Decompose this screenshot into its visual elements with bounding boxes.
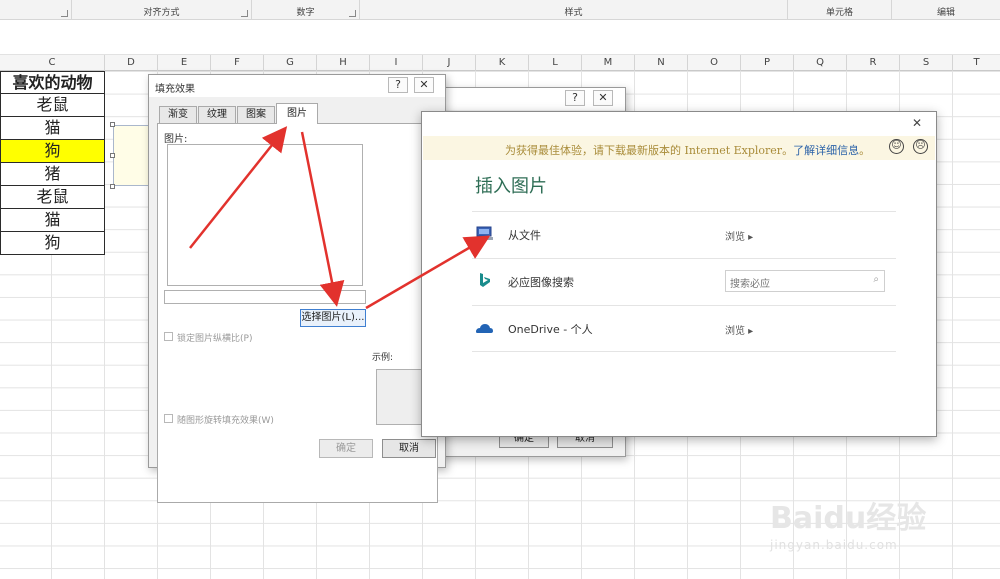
column-header-n[interactable]: N <box>635 55 688 71</box>
table-cell[interactable]: 猫 <box>0 209 105 232</box>
from-file-row[interactable]: 从文件 浏览 ▸ <box>472 211 896 258</box>
column-header-h[interactable]: H <box>317 55 370 71</box>
table-cell[interactable]: 老鼠 <box>0 94 105 117</box>
search-placeholder: 搜索必应 <box>730 279 770 290</box>
search-icon[interactable]: ⌕ <box>873 274 879 285</box>
tab-pattern[interactable]: 图案 <box>237 106 275 123</box>
cancel-button[interactable]: 取消 <box>382 439 436 458</box>
browse-link[interactable]: 浏览 ▸ <box>725 228 753 243</box>
ribbon-group-number: 数字 <box>252 0 360 20</box>
tab-texture[interactable]: 纹理 <box>198 106 236 123</box>
select-picture-button[interactable]: 选择图片(L)... <box>300 309 366 327</box>
lock-ratio-checkbox[interactable] <box>164 332 173 341</box>
column-header-d[interactable]: D <box>105 55 158 71</box>
column-headers: C D E F G H I J K L M N O P Q R S T <box>0 55 1000 71</box>
browse-link[interactable]: 浏览 ▸ <box>725 322 753 337</box>
ie-notice-text: 为获得最佳体验，请下载最新版本的 Internet Explorer。了解详细信… <box>505 142 870 158</box>
insert-picture-title: 插入图片 <box>475 176 547 197</box>
column-header-s[interactable]: S <box>900 55 953 71</box>
resize-handle[interactable] <box>110 184 115 189</box>
ribbon-group-font <box>0 0 72 20</box>
close-button[interactable]: ✕ <box>912 116 922 130</box>
resize-handle[interactable] <box>110 153 115 158</box>
lock-ratio-label: 锁定图片纵横比(P) <box>177 334 253 344</box>
bing-icon <box>480 273 490 287</box>
onedrive-label: OneDrive - 个人 <box>508 323 593 336</box>
table-cell[interactable]: 猪 <box>0 163 105 186</box>
ribbon-group-cells: 单元格 <box>788 0 892 20</box>
column-header-l[interactable]: L <box>529 55 582 71</box>
smile-icon[interactable]: ☺ <box>889 139 904 154</box>
ie-message: 为获得最佳体验，请下载最新版本的 Internet Explorer。 <box>505 144 794 157</box>
column-header-g[interactable]: G <box>264 55 317 71</box>
ribbon-group-label: 对齐方式 <box>143 8 180 18</box>
tab-picture[interactable]: 图片 <box>276 103 318 124</box>
title-bar: ? ✕ <box>441 88 625 110</box>
formula-area <box>0 21 1000 55</box>
column-header-r[interactable]: R <box>847 55 900 71</box>
bing-search-input[interactable]: 搜索必应 ⌕ <box>725 270 885 292</box>
picture-path-field <box>164 290 366 304</box>
column-header-t[interactable]: T <box>953 55 1000 71</box>
help-button[interactable]: ? <box>388 77 408 93</box>
column-header-i[interactable]: I <box>370 55 423 71</box>
column-header-m[interactable]: M <box>582 55 635 71</box>
selected-shape[interactable] <box>113 125 153 186</box>
resize-handle[interactable] <box>110 122 115 127</box>
ribbon-group-alignment: 对齐方式 <box>72 0 252 20</box>
bing-search-row: 必应图像搜索 搜索必应 ⌕ <box>472 258 896 305</box>
table-cell[interactable]: 老鼠 <box>0 186 105 209</box>
column-header-j[interactable]: J <box>423 55 476 71</box>
picture-label: 图片: <box>164 134 188 145</box>
ribbon-group-editing: 编辑 <box>892 0 1000 20</box>
computer-icon <box>475 226 493 240</box>
baidu-watermark-logo: Baidu经验 <box>770 501 927 536</box>
ribbon-group-label: 编辑 <box>936 8 955 18</box>
sample-label: 示例: <box>372 353 394 363</box>
from-file-label: 从文件 <box>508 229 541 242</box>
launcher-icon[interactable] <box>241 10 248 17</box>
ie-dot: 。 <box>859 144 871 157</box>
column-header-q[interactable]: Q <box>794 55 847 71</box>
close-button[interactable]: ✕ <box>593 90 613 106</box>
launcher-icon[interactable] <box>61 10 68 17</box>
onedrive-row[interactable]: OneDrive - 个人 浏览 ▸ <box>472 305 896 352</box>
bing-search-label: 必应图像搜索 <box>508 276 574 289</box>
ribbon-group-label: 样式 <box>564 8 583 18</box>
insert-picture-window: ✕ 为获得最佳体验，请下载最新版本的 Internet Explorer。了解详… <box>421 111 937 437</box>
column-header-k[interactable]: K <box>476 55 529 71</box>
table-header-cell[interactable]: 喜欢的动物 <box>0 71 105 94</box>
baidu-watermark-url: jingyan.baidu.com <box>770 538 898 552</box>
table-cell-highlighted[interactable]: 狗 <box>0 140 105 163</box>
dialog-title: 填充效果 <box>155 84 195 95</box>
column-header-o[interactable]: O <box>688 55 741 71</box>
picture-preview <box>167 144 363 286</box>
learn-more-link[interactable]: 了解详细信息 <box>793 144 859 157</box>
title-bar: 填充效果 ? ✕ <box>149 75 445 97</box>
column-header-p[interactable]: P <box>741 55 794 71</box>
tab-gradient[interactable]: 渐变 <box>159 106 197 123</box>
column-header-c[interactable]: C <box>0 55 105 71</box>
ribbon-group-strip: 对齐方式 数字 样式 单元格 编辑 <box>0 0 1000 20</box>
ribbon-group-label: 数字 <box>296 8 315 18</box>
launcher-icon[interactable] <box>349 10 356 17</box>
close-button[interactable]: ✕ <box>414 77 434 93</box>
table-cell[interactable]: 狗 <box>0 232 105 255</box>
rotate-checkbox[interactable] <box>164 414 173 423</box>
rotate-label: 随图形旋转填充效果(W) <box>177 416 274 426</box>
ribbon-group-styles: 样式 <box>360 0 788 20</box>
ribbon-group-label: 单元格 <box>825 8 853 18</box>
ie-notice-bar: 为获得最佳体验，请下载最新版本的 Internet Explorer。了解详细信… <box>423 136 935 160</box>
help-button[interactable]: ? <box>565 90 585 106</box>
table-cell[interactable]: 猫 <box>0 117 105 140</box>
fill-effects-dialog: 填充效果 ? ✕ 渐变 纹理 图案 图片 图片: 选择图片(L)... 锁定图片… <box>148 74 446 503</box>
frown-icon[interactable]: ☹ <box>913 139 928 154</box>
column-header-e[interactable]: E <box>158 55 211 71</box>
ok-button[interactable]: 确定 <box>319 439 373 458</box>
column-header-f[interactable]: F <box>211 55 264 71</box>
onedrive-cloud-icon <box>476 324 493 333</box>
